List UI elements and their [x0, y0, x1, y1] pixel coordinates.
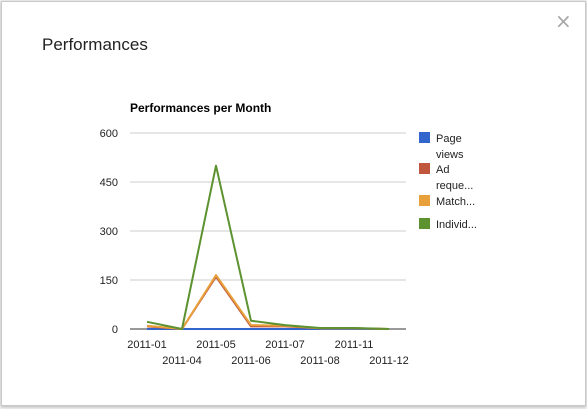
legend-swatch — [419, 218, 430, 229]
x-tick-label: 2011-05 — [196, 339, 236, 351]
legend-swatch — [419, 195, 430, 206]
legend-label: Individ... — [436, 219, 477, 231]
series-line-4 — [146, 164, 390, 330]
y-tick-label: 150 — [100, 275, 118, 287]
x-tick-label: 2011-07 — [265, 339, 305, 351]
x-tick-label: 2011-04 — [162, 355, 202, 367]
legend-label: views — [436, 149, 464, 161]
y-tick-label: 600 — [100, 128, 118, 140]
y-tick-label: 300 — [100, 226, 118, 238]
chart-title: Performances per Month — [130, 101, 271, 115]
legend-label: reque... — [436, 180, 473, 192]
x-tick-label: 2011-08 — [300, 355, 340, 367]
legend-label: Match... — [436, 196, 475, 208]
legend-label: Ad — [436, 164, 449, 176]
y-tick-label: 0 — [112, 324, 118, 336]
performance-chart: Performances per Month 600 450 300 150 0 2011-… — [100, 101, 477, 367]
x-tick-label: 2011-06 — [231, 355, 271, 367]
x-tick-label: 2011-01 — [127, 339, 167, 351]
legend-label: Page — [436, 133, 462, 145]
x-tick-label: 2011-12 — [369, 355, 409, 367]
legend-swatch — [419, 132, 430, 143]
y-tick-label: 450 — [100, 177, 118, 189]
x-tick-label: 2011-11 — [335, 339, 374, 351]
legend-swatch — [419, 163, 430, 174]
